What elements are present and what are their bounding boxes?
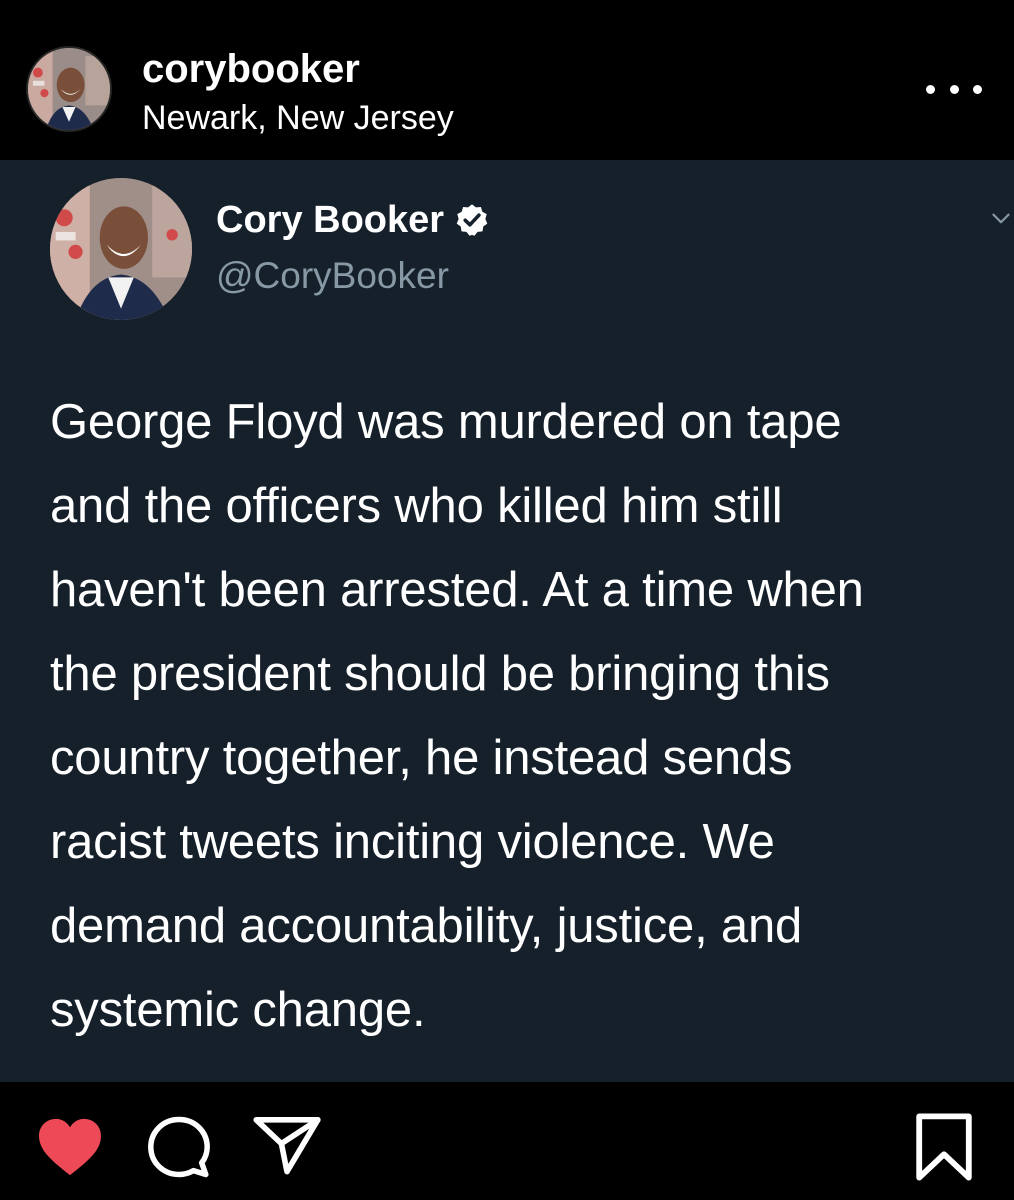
heart-icon[interactable]	[36, 1116, 104, 1178]
profile-avatar[interactable]	[26, 46, 112, 132]
more-options-button[interactable]	[926, 74, 982, 104]
post-header: corybooker Newark, New Jersey	[0, 0, 1014, 160]
tweet-text: George Floyd was murdered on tape and th…	[50, 395, 864, 1037]
tweet-avatar	[50, 178, 192, 320]
verified-badge-icon	[456, 204, 488, 236]
more-horizontal-icon-dot	[949, 84, 959, 94]
more-horizontal-icon	[926, 84, 935, 94]
tweet-handle: @CoryBooker	[216, 255, 449, 296]
post-username[interactable]: corybooker	[142, 46, 360, 92]
tweet-card: Cory Booker @CoryBooker George Floyd was…	[0, 160, 1014, 1082]
bookmark-icon[interactable]	[914, 1112, 974, 1182]
share-icon[interactable]	[252, 1114, 322, 1176]
tweet-display-name: Cory Booker	[216, 199, 445, 241]
tweet-profile-photo	[50, 178, 192, 320]
profile-photo	[28, 48, 110, 130]
chevron-down-icon	[992, 213, 1010, 224]
comment-icon[interactable]	[146, 1114, 212, 1180]
post-location[interactable]: Newark, New Jersey	[142, 98, 454, 138]
more-horizontal-icon-dot	[973, 84, 982, 94]
tweet-author-row: Cory Booker	[216, 198, 490, 242]
